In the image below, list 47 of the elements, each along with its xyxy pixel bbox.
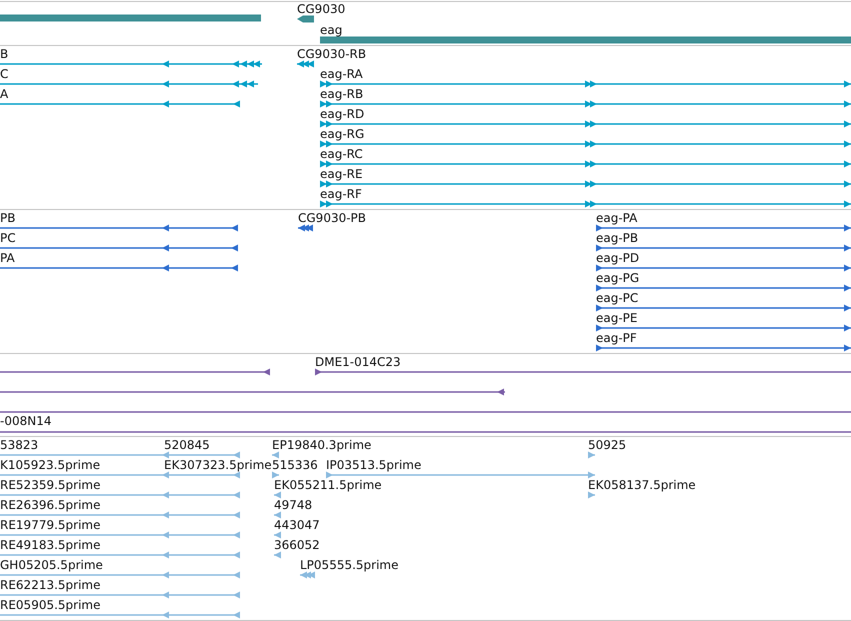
feature-label: CG9030 [297,2,346,16]
feature-label: eag-RE [320,167,363,181]
feature-label: CG9030-RB [297,47,366,61]
feature-label: eag-PD [596,251,640,265]
feature-label: GH05205.5prime [0,558,103,572]
feature-label: eag [320,23,342,37]
feature-label: CG9030-PB [298,211,366,225]
feature-label: eag-RG [320,127,364,141]
feature-label: eag-PC [596,291,638,305]
feature-label: 520845 [164,438,210,452]
feature-label: EK307323.5prime [164,458,272,472]
feature-label: K105923.5prime [0,458,100,472]
feature-label: eag-RA [320,67,363,81]
feature-label: LP05555.5prime [300,558,399,572]
feature-label: C [0,67,8,81]
feature-label: RE26396.5prime [0,498,100,512]
feature-label: B [0,47,8,61]
feature-label: 443047 [274,518,320,532]
feature-label: 50925 [588,438,626,452]
feature-label: EK058137.5prime [588,478,696,492]
feature-label: 49748 [274,498,312,512]
feature-label: EK055211.5prime [274,478,382,492]
feature-label: DME1-014C23 [315,355,401,369]
feature-label: eag-RD [320,107,364,121]
feature-label: A [0,87,8,101]
feature-label: 515336 [272,458,318,472]
feature-label: RE62213.5prime [0,578,100,592]
feature-label: eag-PF [596,331,637,345]
feature-label: eag-PE [596,311,638,325]
feature-label: RE05905.5prime [0,598,100,612]
feature-label: eag-RC [320,147,363,161]
feature-label: IP03513.5prime [326,458,422,472]
feature-label: PA [0,251,15,265]
feature-label: RE19779.5prime [0,518,100,532]
feature-label: 53823 [0,438,38,452]
feature-label: PC [0,231,16,245]
feature-label: eag-RF [320,187,362,201]
feature-label: -008N14 [0,414,52,428]
feature-label: PB [0,211,16,225]
feature-label: 366052 [274,538,320,552]
feature-label: EP19840.3prime [272,438,372,452]
feature-label: eag-PB [596,231,638,245]
feature-label: RE49183.5prime [0,538,100,552]
feature-label: RE52359.5prime [0,478,100,492]
feature-label: eag-PA [596,211,638,225]
feature-label: eag-PG [596,271,640,285]
feature-label: eag-RB [320,87,364,101]
